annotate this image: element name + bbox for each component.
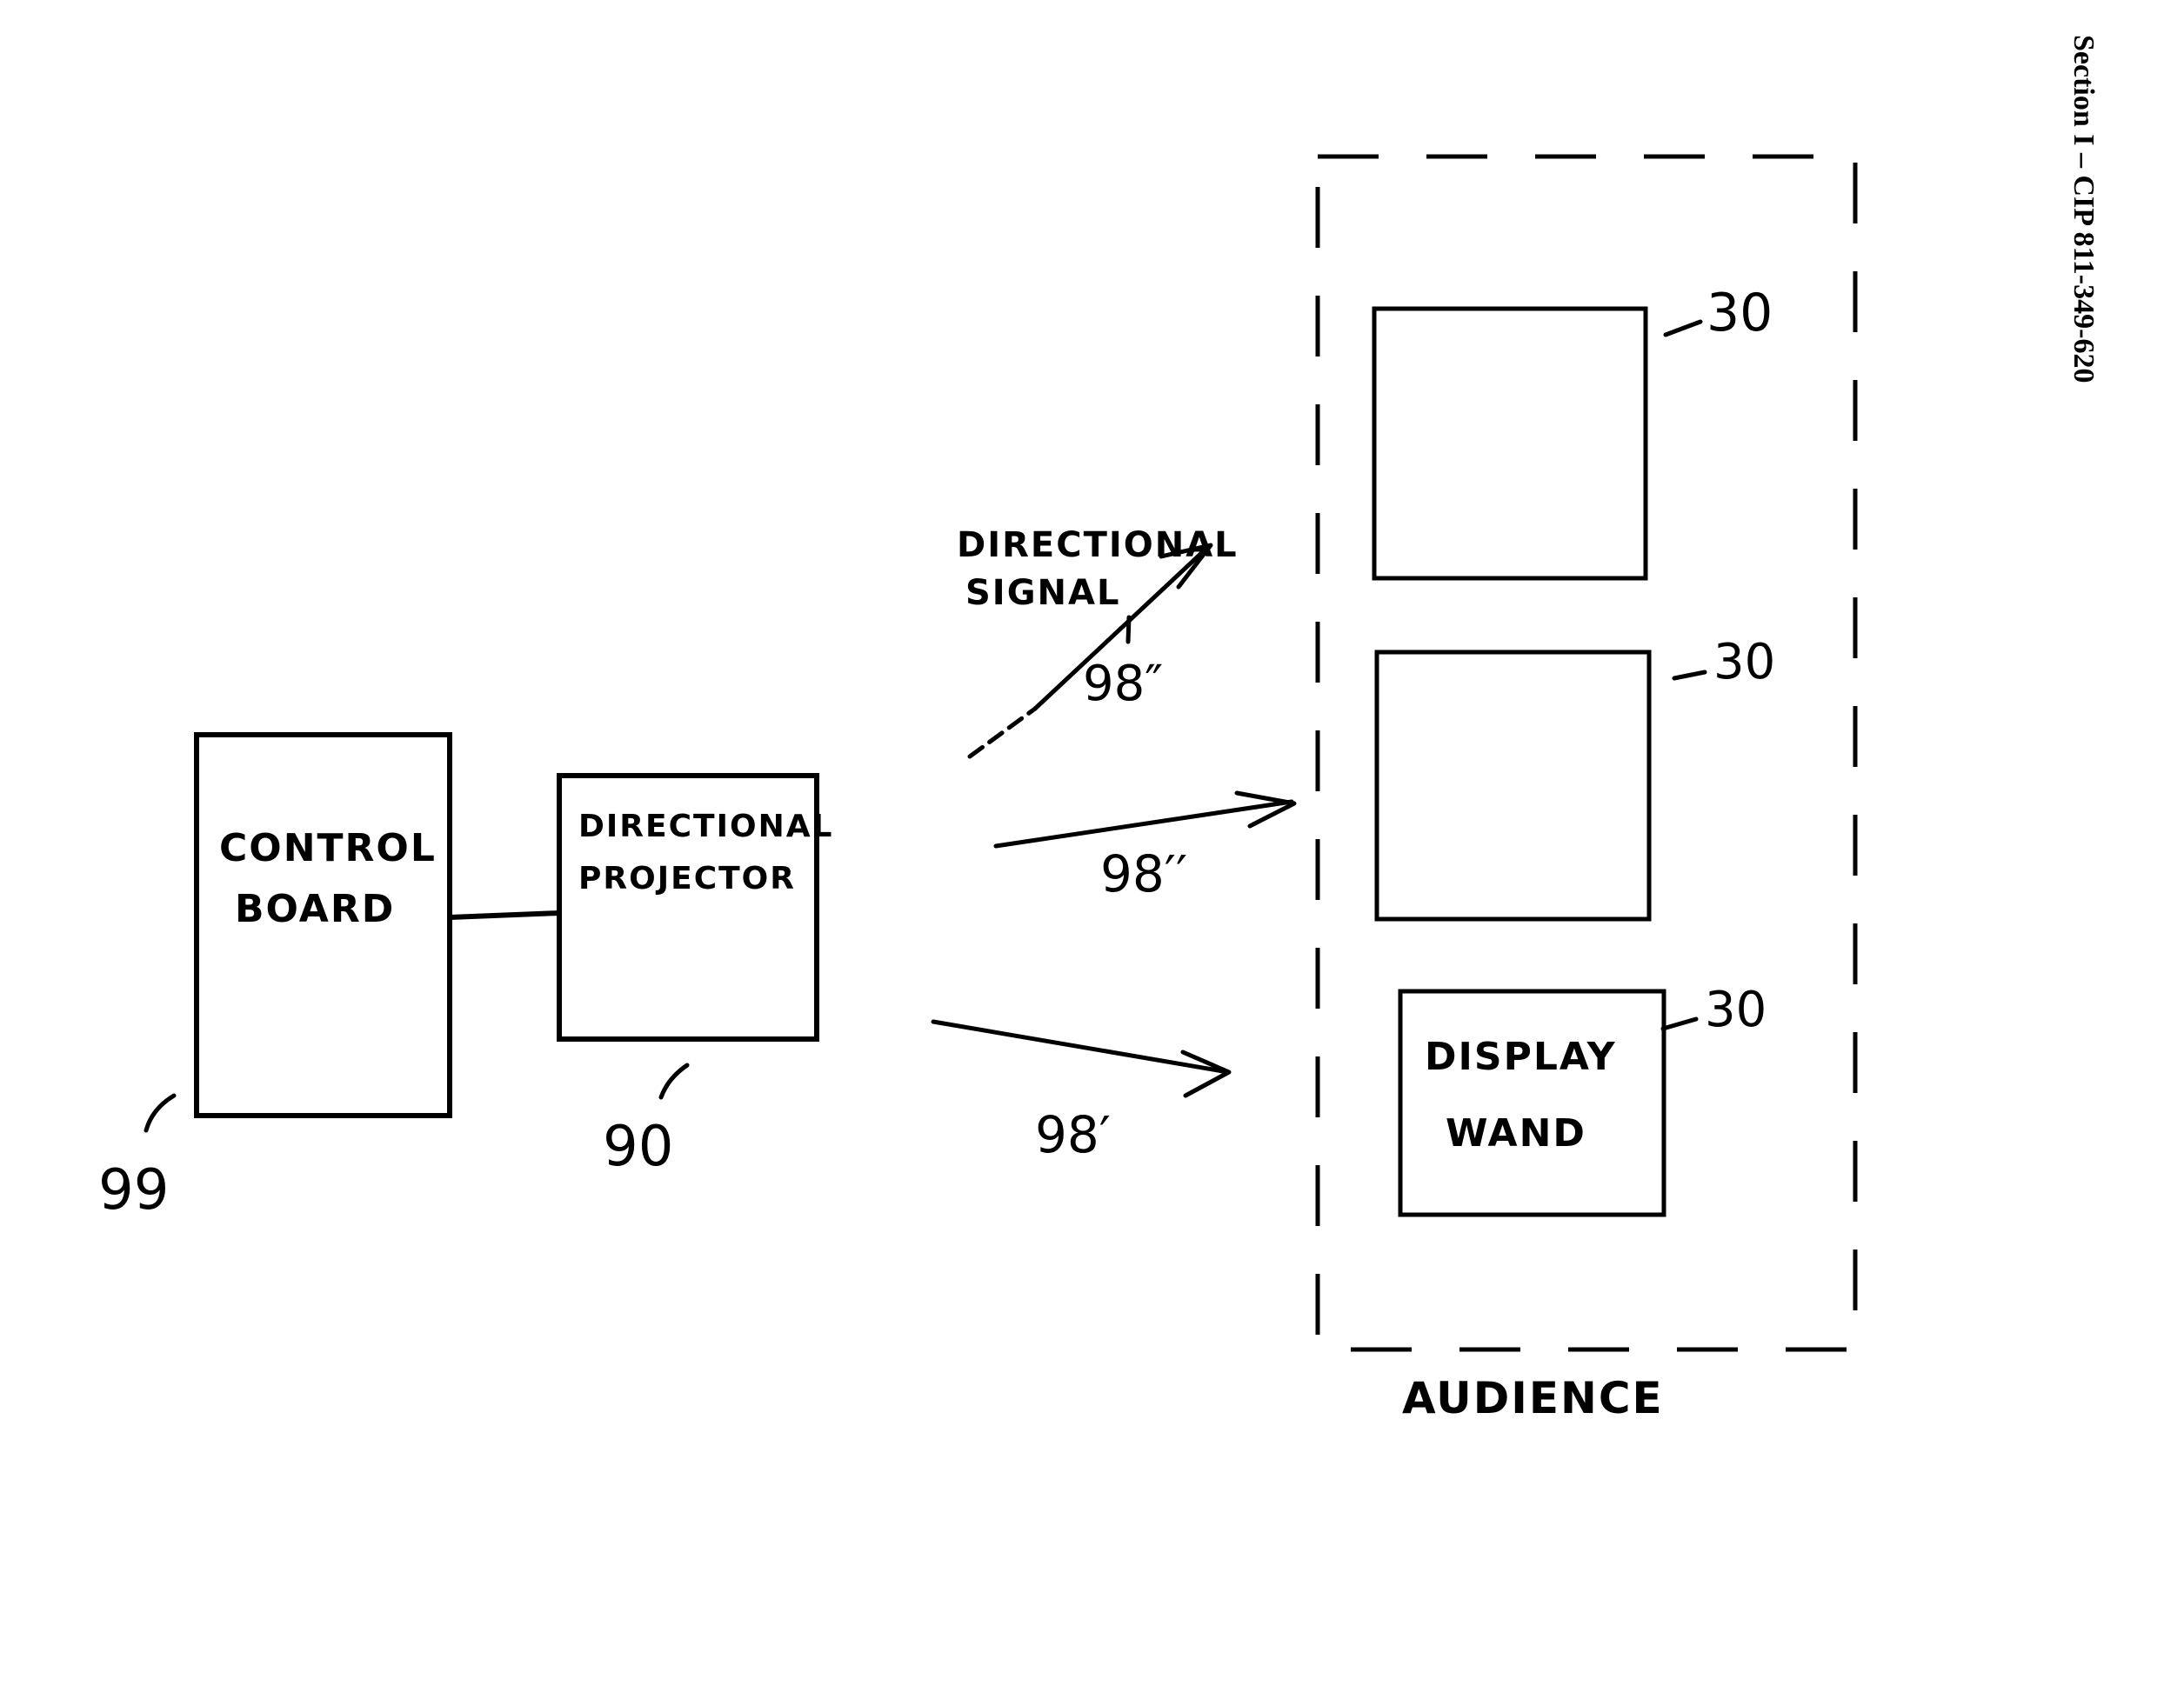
control-board-ref-leader	[144, 1093, 177, 1133]
signal-top-ref-leader	[1125, 615, 1132, 644]
display-wand-2: 30	[1374, 634, 1775, 922]
display-wand-2-ref: 30	[1713, 634, 1775, 690]
signal-arrow-top-shaft	[967, 706, 1038, 759]
section-header: Section I – CIP 811-349-620	[2067, 35, 2100, 383]
directional-projector-label-line1: DIRECTIONAL	[578, 809, 834, 844]
control-board-block: CONTROL BOARD	[194, 732, 452, 1118]
directional-signal-label-line1: DIRECTIONAL	[957, 525, 1239, 565]
signal-arrow-bottom-shaft	[931, 1019, 1231, 1075]
signal-arrow-middle	[993, 790, 1297, 849]
display-wand-1-ref-leader	[1663, 319, 1703, 337]
display-wand-1: 30	[1372, 283, 1773, 581]
display-wand-3-label-line2: WAND	[1446, 1111, 1586, 1156]
display-wand-3-rect	[1398, 989, 1666, 1217]
connection-line	[447, 910, 562, 920]
display-wand-1-ref: 30	[1706, 283, 1773, 343]
control-board-label-line2: BOARD	[235, 887, 395, 931]
display-wand-2-rect	[1374, 650, 1652, 922]
directional-projector-block: DIRECTIONAL PROJECTOR	[557, 773, 834, 1042]
display-wand-3-label-line1: DISPLAY	[1425, 1035, 1617, 1079]
signal-arrow-middle-shaft	[993, 799, 1294, 849]
directional-projector-label-line2: PROJECTOR	[578, 861, 796, 896]
signal-arrow-bottom-head	[1180, 1050, 1232, 1098]
projector-ref-leader	[658, 1063, 690, 1100]
patent-drawing: Section I – CIP 811-349-620 CONTROL BOAR…	[98, 35, 2100, 1423]
audience-label: AUDIENCE	[1402, 1373, 1664, 1423]
display-wand-3-ref: 30	[1705, 982, 1767, 1038]
display-wand-3-ref-leader	[1660, 1016, 1699, 1031]
signal-middle-ref: 98′′	[1100, 844, 1187, 903]
signal-arrow-bottom	[931, 1019, 1232, 1098]
display-wand-1-rect	[1372, 306, 1648, 581]
control-board-ref: 99	[98, 1158, 169, 1223]
directional-signal-label-line2: SIGNAL	[965, 573, 1120, 613]
display-wand-2-ref-leader	[1672, 670, 1707, 681]
signal-top-ref: 98″	[1083, 656, 1163, 712]
signal-bottom-ref: 98′	[1035, 1105, 1111, 1164]
projector-ref: 90	[603, 1115, 673, 1179]
display-wand-3: DISPLAY WAND 30	[1398, 982, 1767, 1217]
control-board-label-line1: CONTROL	[219, 826, 437, 870]
